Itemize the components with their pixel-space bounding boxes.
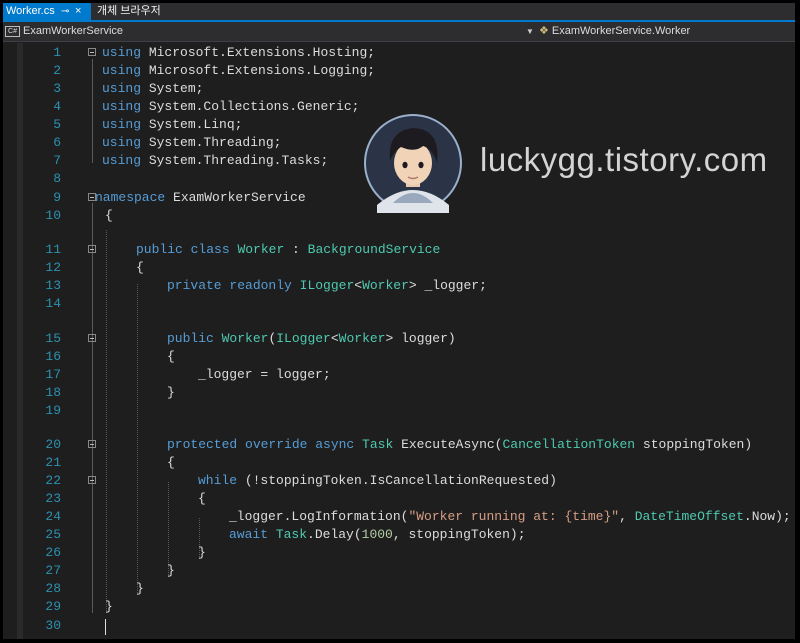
code-editor[interactable]: 1 using Microsoft.Extensions.Hosting; 2 us… <box>3 43 795 639</box>
code-line: 21{ <box>45 455 175 470</box>
class-icon: ❖ <box>539 25 549 37</box>
code-line: 14 <box>45 296 61 311</box>
tab-label: 개체 브라우저 <box>97 5 161 17</box>
collapse-icon[interactable] <box>88 245 96 253</box>
pin-icon[interactable]: ⊸ <box>61 3 69 20</box>
close-icon[interactable]: × <box>75 3 81 20</box>
collapse-icon[interactable] <box>88 48 96 56</box>
code-line: 12{ <box>45 260 144 275</box>
code-line: 26} <box>45 545 206 560</box>
ide-window: Worker.cs ⊸ × 개체 브라우저 C# ExamWorkerServic… <box>3 3 795 639</box>
code-line: 3 using System; <box>53 81 204 96</box>
chevron-down-icon: ▼ <box>526 27 534 36</box>
tab-label: Worker.cs <box>6 5 55 17</box>
code-line: 1 using Microsoft.Extensions.Hosting; <box>53 45 376 60</box>
project-name: ExamWorkerService <box>23 25 124 37</box>
code-line: 30 <box>45 618 61 633</box>
avatar <box>364 114 462 213</box>
collapse-icon[interactable] <box>88 476 96 484</box>
code-line: 17 _logger = logger; <box>45 367 331 382</box>
code-line: 19 <box>45 403 61 418</box>
code-line: 24 _logger.LogInformation("Worker running… <box>45 509 791 524</box>
code-line: 11 public class Worker : BackgroundServic… <box>45 242 441 257</box>
document-tab-bar: Worker.cs ⊸ × 개체 브라우저 <box>3 3 795 22</box>
code-line: 20 protected override async Task ExecuteA… <box>45 437 753 452</box>
csharp-project-icon: C# <box>5 25 20 37</box>
code-line: 23{ <box>45 491 206 506</box>
code-line: 15 public Worker(ILogger<Worker> logger) <box>45 331 456 346</box>
collapse-icon[interactable] <box>88 334 96 342</box>
code-line: 29} <box>45 599 113 614</box>
collapse-icon[interactable] <box>88 440 96 448</box>
code-line: 2 using Microsoft.Extensions.Logging; <box>53 63 376 78</box>
code-line: 13 private readonly ILogger<Worker> _logg… <box>45 278 487 293</box>
tab-worker-cs[interactable]: Worker.cs ⊸ × <box>3 3 91 20</box>
tab-object-browser[interactable]: 개체 브라우저 <box>95 3 161 20</box>
member-name: ExamWorkerService.Worker <box>551 25 691 37</box>
code-line: 28} <box>45 581 144 596</box>
watermark: luckygg.tistory.com <box>363 113 767 233</box>
member-dropdown[interactable]: ❖ ExamWorkerService.Worker <box>539 24 789 39</box>
project-dropdown[interactable]: C# ExamWorkerService ▼ <box>5 24 534 39</box>
navigation-bar: C# ExamWorkerService ▼ ❖ ExamWorkerService… <box>3 22 795 42</box>
code-line: 25 await Task.Delay(1000, stoppingToken); <box>45 527 526 542</box>
code-line: 27} <box>45 563 175 578</box>
code-line: 16{ <box>45 349 175 364</box>
watermark-text: luckygg.tistory.com <box>480 141 768 178</box>
text-caret <box>105 619 106 635</box>
code-line: 18} <box>45 385 175 400</box>
code-line: 22 while (!stoppingToken.IsCancellationRe… <box>45 473 557 488</box>
